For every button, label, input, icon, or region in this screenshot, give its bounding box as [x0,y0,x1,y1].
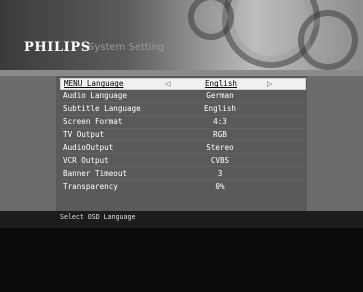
setting-label: MENU Language [64,79,124,89]
setting-row-transparency[interactable]: Transparency 0% [60,179,306,192]
setting-row-banner-timeout[interactable]: Banner Timeout 3 [60,166,306,179]
setting-value: 4:3 [213,117,227,127]
setting-label: Subtitle Language [63,104,141,114]
setting-label: TV Output [63,130,105,139]
setting-label: VCR Output [63,155,109,165]
tv-screen: PHILIPS System Setting MENU Language ◁ E… [0,0,363,292]
setting-label: Banner Timeout [63,168,128,178]
setting-value: English [203,104,236,114]
setting-value: 0% [215,181,225,191]
header-banner: PHILIPS System Setting [0,0,363,70]
setting-row-audio-language[interactable]: Audio Language German [60,90,306,102]
setting-label: Transparency [63,181,118,191]
arrow-left-icon[interactable]: ◁ [165,79,170,89]
status-text: Select OSD Language [60,213,136,221]
setting-label: Screen Format [63,117,123,127]
setting-row-screen-format[interactable]: Screen Format 4:3 [60,114,306,128]
setting-value: Stereo [206,142,234,152]
status-bar [0,211,363,228]
setting-label: AudioOutput [63,142,114,152]
setting-value: 3 [217,168,223,178]
setting-value: German [206,91,234,101]
setting-value: English [204,79,237,89]
setting-row-subtitle-language[interactable]: Subtitle Language English [60,101,306,115]
setting-row-menu-language[interactable]: MENU Language ◁ English ▷ [60,78,306,90]
page-title: System Setting [88,42,165,53]
bottom-area [0,228,363,292]
setting-row-tv-output[interactable]: TV Output RGB [60,127,306,141]
setting-value: RGB [213,130,227,139]
brand-logo: PHILIPS [24,40,91,55]
gear-icon [298,10,358,70]
setting-value: CVBS [210,155,230,165]
setting-label: Audio Language [63,91,128,101]
setting-row-audio-output[interactable]: AudioOutput Stereo [60,140,306,153]
settings-list: MENU Language ◁ English ▷ Audio Language… [60,78,306,192]
arrow-right-icon[interactable]: ▷ [267,79,272,89]
setting-row-vcr-output[interactable]: VCR Output CVBS [60,153,306,166]
